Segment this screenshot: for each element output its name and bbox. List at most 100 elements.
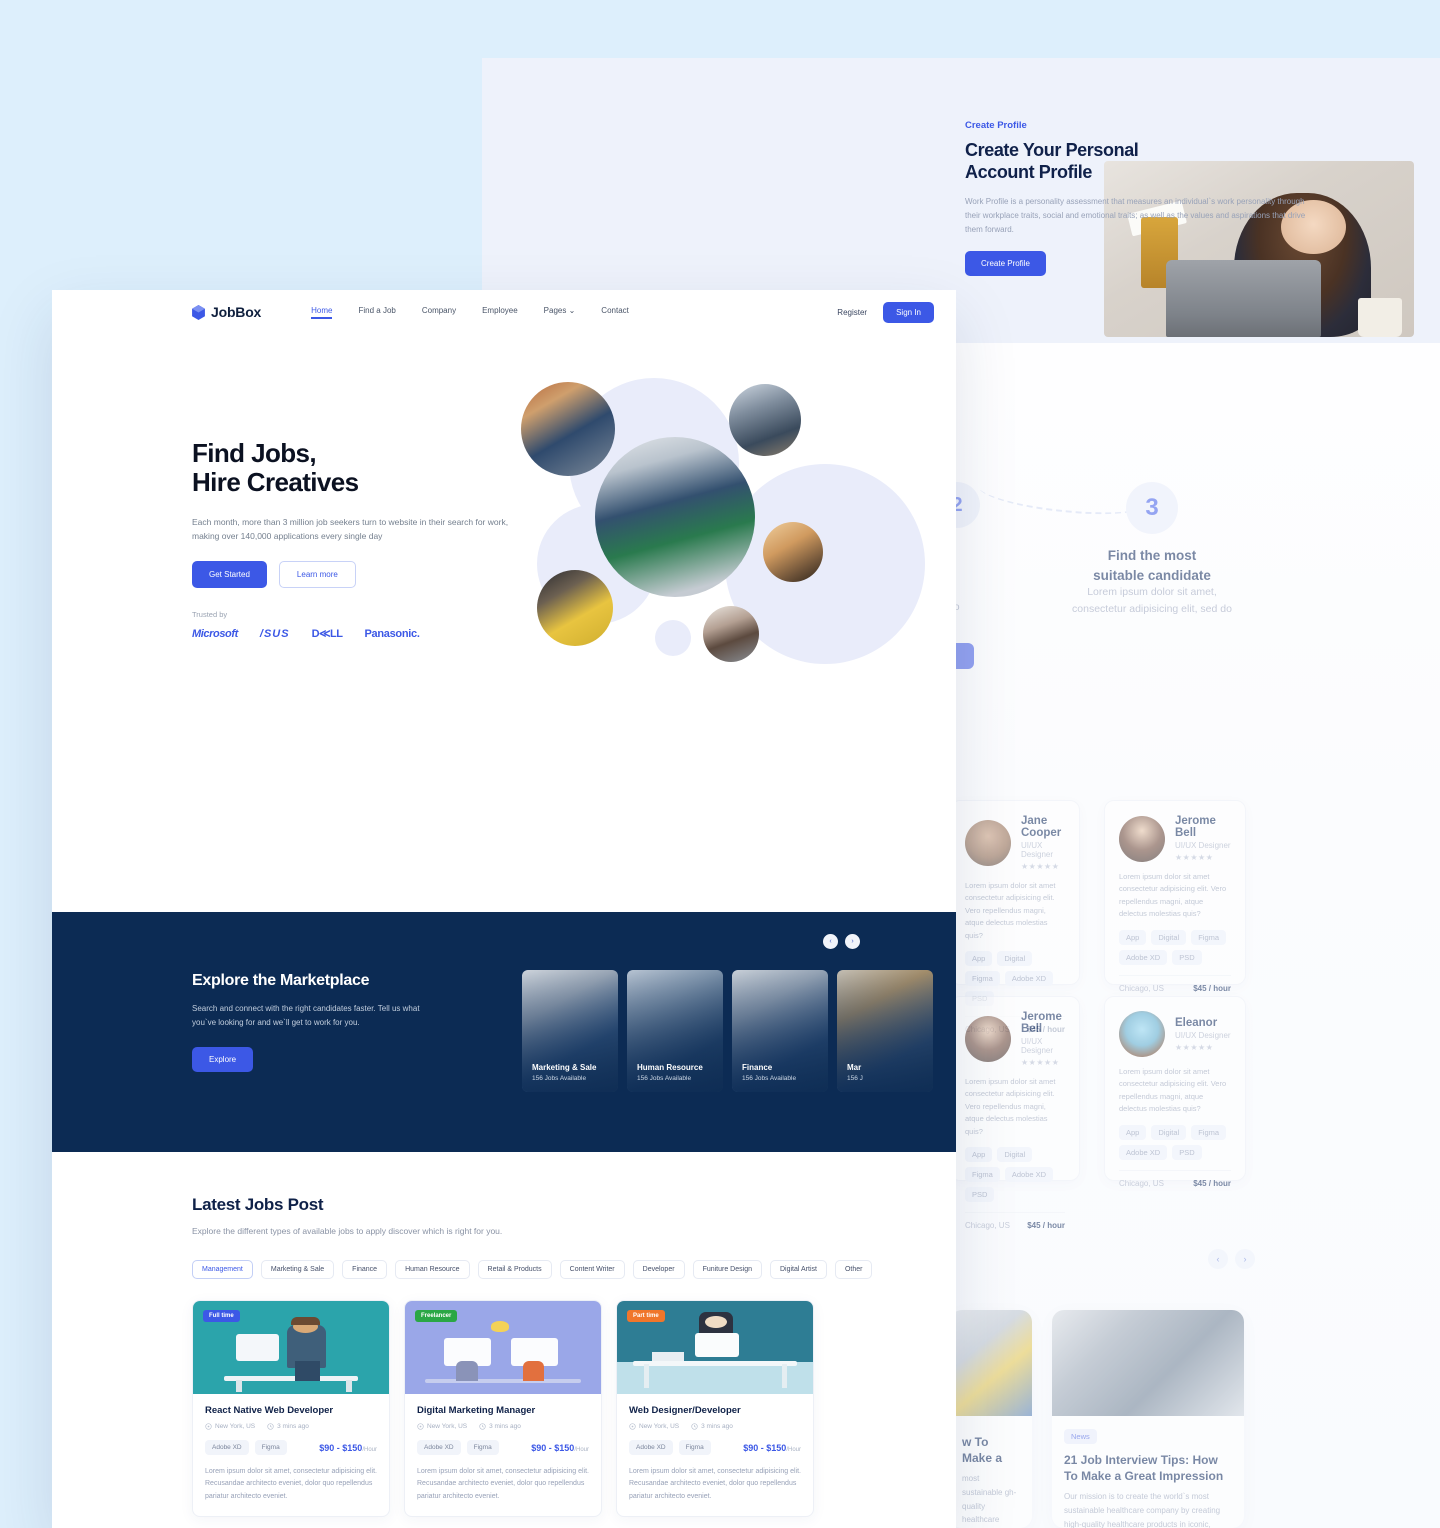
candidate-name: Jerome Bell <box>1021 1011 1062 1035</box>
signin-button[interactable]: Sign In <box>883 301 934 323</box>
chip-digital-artist[interactable]: Digital Artist <box>769 1260 827 1280</box>
nav-item-pages[interactable]: Pages ⌄ <box>544 306 576 319</box>
candidate-role: UI/UX Designer <box>1021 841 1054 859</box>
register-link[interactable]: Register <box>837 308 867 317</box>
chip-funiture-design[interactable]: Funiture Design <box>692 1260 762 1280</box>
tag: Digital <box>997 950 1033 966</box>
job-illustration: Part time <box>617 1301 813 1394</box>
blog-desc: Our mission is to create the world`s mos… <box>1064 1492 1221 1528</box>
category-jobs-count: 156 Jobs Available <box>637 1075 692 1082</box>
nav-item-home[interactable]: Home <box>311 306 333 319</box>
bg-create-profile-button[interactable]: Create Profile <box>965 250 1046 276</box>
job-price: $90 - $150/Hour <box>531 1442 589 1453</box>
collage-photo-main <box>595 437 755 597</box>
job-tag: Adobe XD <box>417 1440 461 1455</box>
tag: PSD <box>965 1186 995 1202</box>
bg-step-title-3a: Find the most <box>1107 548 1197 563</box>
tag: App <box>965 950 993 966</box>
tag: Adobe XD <box>1119 1144 1168 1160</box>
job-card[interactable]: Full time React Native Web Developer New… <box>192 1300 390 1517</box>
collage-photo-3 <box>763 522 823 582</box>
chip-developer[interactable]: Developer <box>632 1260 685 1280</box>
clock-icon <box>691 1423 698 1430</box>
foreground-page-card: JobBox Home Find a Job Company Employee … <box>52 290 956 1528</box>
tag: App <box>965 1146 993 1162</box>
bg-blog-card-1[interactable]: w To Make a most sustainable gh-quality … <box>950 1310 1032 1528</box>
tag: Figma <box>1191 929 1227 945</box>
job-card[interactable]: Part time Web Designer/Developer New Yor… <box>616 1300 814 1517</box>
nav-item-find-a-job[interactable]: Find a Job <box>358 306 395 319</box>
job-meta: New York, US 3 mins ago <box>205 1423 377 1430</box>
job-tag: Adobe XD <box>629 1440 673 1455</box>
job-desc: Lorem ipsum dolor sit amet, consectetur … <box>205 1468 377 1500</box>
job-tag: Adobe XD <box>205 1440 249 1455</box>
nav-item-employee[interactable]: Employee <box>482 306 518 319</box>
bg-steps-section: 2 ver esumes sit amet, g elit, sed do 3 … <box>900 469 1440 670</box>
nav-item-company[interactable]: Company <box>422 306 456 319</box>
tag: App <box>1119 1124 1147 1140</box>
carousel-prev-button[interactable]: ‹ <box>823 934 838 949</box>
rating-stars: ★★★★★ <box>1021 1058 1060 1067</box>
category-title: Marketing & Sale <box>532 1063 597 1072</box>
candidate-name: Jane Cooper <box>1021 815 1062 839</box>
bg-candidate-card-3[interactable]: Jerome Bell UI/UX Designer ★★★★★ Lorem i… <box>950 996 1080 1230</box>
brand-panasonic-logo: Panasonic. <box>364 627 420 640</box>
job-tags: Adobe XD Figma <box>417 1440 499 1455</box>
chip-marketing-sale[interactable]: Marketing & Sale <box>260 1260 335 1280</box>
carousel-next-button[interactable]: › <box>845 934 860 949</box>
learn-more-button[interactable]: Learn more <box>278 561 356 589</box>
job-tag: Figma <box>254 1440 287 1455</box>
get-started-button[interactable]: Get Started <box>192 561 267 589</box>
chip-other[interactable]: Other <box>834 1260 873 1280</box>
candidate-role: UI/UX Designer <box>1175 841 1231 850</box>
chip-management[interactable]: Management <box>192 1260 253 1280</box>
category-card[interactable]: Human Resource 156 Jobs Available <box>627 970 723 1092</box>
collage-photo-1 <box>521 382 615 476</box>
candidate-rate: $45 / hour <box>1027 1220 1065 1230</box>
tag: Digital <box>997 1146 1033 1162</box>
bg-step-title-3b: suitable candidate <box>1093 567 1211 583</box>
chip-retail-products[interactable]: Retail & Products <box>477 1260 552 1280</box>
chip-finance[interactable]: Finance <box>342 1260 388 1280</box>
candidate-location: Chicago, US <box>965 1220 1010 1230</box>
hero-copy: Find Jobs, Hire Creatives Each month, mo… <box>192 438 522 641</box>
collage-photo-5 <box>703 606 759 662</box>
candidate-location: Chicago, US <box>1119 1178 1164 1188</box>
brand-microsoft-logo: Microsoft <box>192 627 238 640</box>
chevron-right-icon[interactable]: › <box>1235 1249 1255 1269</box>
category-card[interactable]: Finance 156 Jobs Available <box>732 970 828 1092</box>
category-card[interactable]: Marketing & Sale 156 Jobs Available <box>522 970 618 1092</box>
bg-blog-card-2[interactable]: News 21 Job Interview Tips: How To Make … <box>1052 1310 1244 1528</box>
rating-stars: ★★★★★ <box>1175 1042 1214 1052</box>
chevron-left-icon[interactable]: ‹ <box>1208 1249 1228 1269</box>
avatar <box>1119 815 1165 862</box>
hero-title-line1: Find Jobs, <box>192 438 317 468</box>
nav-item-contact[interactable]: Contact <box>601 306 629 319</box>
job-illustration: Full time <box>193 1301 389 1394</box>
latest-jobs-paragraph: Explore the different types of available… <box>192 1226 503 1236</box>
tag: App <box>1119 929 1147 945</box>
chip-human-resource[interactable]: Human Resource <box>395 1260 470 1280</box>
bg-step-desc-3b: consectetur adipisicing elit, sed do <box>1072 602 1232 615</box>
bg-create-profile-body: Work Profile is a personality assessment… <box>965 196 1306 234</box>
category-card[interactable]: Mar 156 J <box>837 970 933 1092</box>
candidate-tags: App Digital Figma Adobe XD PSD <box>1119 1124 1231 1160</box>
bg-carousel-nav[interactable]: ‹ › <box>1208 1249 1255 1269</box>
bg-candidate-card-1[interactable]: Jane Cooper UI/UX Designer ★★★★★ Lorem i… <box>950 800 1080 1034</box>
candidate-tags: App Digital Figma Adobe XD PSD <box>965 1146 1065 1202</box>
candidate-role: UI/UX Designer <box>1175 1030 1231 1040</box>
bg-candidate-card-2[interactable]: Jerome Bell UI/UX Designer ★★★★★ Lorem i… <box>1104 800 1246 993</box>
brand-logos: Microsoft /SUS D≪LL Panasonic. <box>192 627 522 641</box>
candidate-name: Eleanor <box>1175 1016 1218 1029</box>
bg-candidate-card-4[interactable]: Eleanor UI/UX Designer ★★★★★ Lorem ipsum… <box>1104 996 1246 1188</box>
chevron-down-icon: ⌄ <box>568 305 576 315</box>
jobbox-logo-icon <box>192 304 205 320</box>
chip-content-writer[interactable]: Content Writer <box>559 1260 625 1280</box>
marketplace-carousel-nav: ‹ › <box>823 934 860 949</box>
page-title: Find Jobs, Hire Creatives <box>192 438 522 497</box>
blog-desc: most sustainable gh-quality healthcare a… <box>962 1474 1017 1525</box>
explore-button[interactable]: Explore <box>192 1047 254 1073</box>
category-title: Mar <box>847 1063 862 1072</box>
job-card[interactable]: Freelancer Digital Marketing Manager New… <box>404 1300 602 1517</box>
brand-logo[interactable]: JobBox <box>192 304 261 320</box>
